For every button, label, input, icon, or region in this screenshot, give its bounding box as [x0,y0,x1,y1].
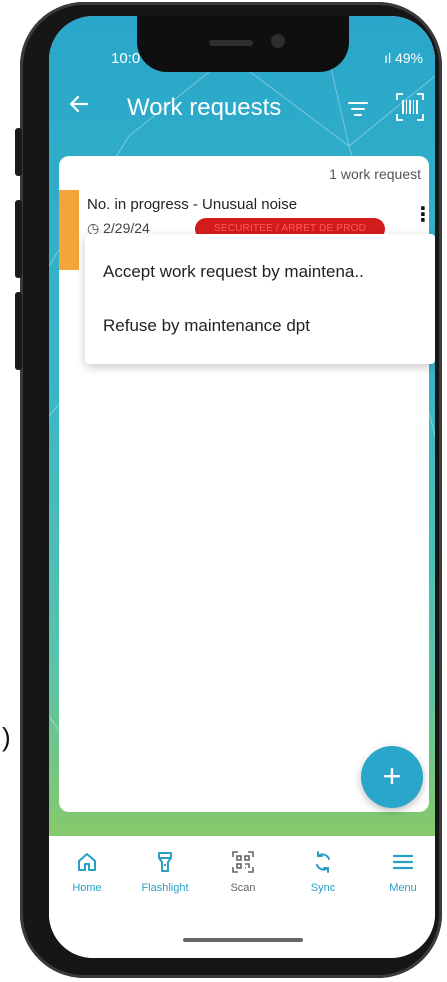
filter-button[interactable] [347,100,369,118]
context-menu: Accept work request by maintena.. Refuse… [85,234,435,364]
more-options-button[interactable]: ⋮ [413,202,433,227]
arrow-left-icon [69,95,89,113]
barcode-scan-button[interactable] [395,92,425,122]
status-time: 10:0 [111,50,141,67]
nav-label-flashlight: Flashlight [141,882,189,894]
add-button[interactable]: + [361,746,423,808]
qr-scan-icon [232,851,254,873]
sync-icon [316,851,330,873]
front-camera [271,34,285,48]
nav-label-home: Home [72,882,102,894]
side-button-volume-up [15,200,22,278]
menu-item-accept[interactable]: Accept work request by maintena.. [103,262,364,282]
back-button[interactable] [67,92,97,122]
page-title: Work requests [127,94,282,121]
bottom-nav: Home Flashlight Scan Sync Menu [49,836,435,958]
side-button-mute [15,128,22,176]
barcode-icon [396,93,424,121]
nav-item-sync[interactable]: Sync [293,850,353,894]
request-title: No. in progress - Unusual noise [87,196,298,213]
stray-paren: ) [2,722,11,752]
nav-label-scan: Scan [230,882,256,894]
app-screen: 10:0 ıl 49% Work requests 1 work request… [49,16,435,958]
filter-icon [348,102,368,116]
camera-notch [137,16,349,72]
status-indicators: ıl 49% [384,50,423,66]
speaker-grille [209,40,253,46]
home-icon [78,853,96,871]
menu-item-refuse[interactable]: Refuse by maintenance dpt [103,316,310,336]
nav-item-flashlight[interactable]: Flashlight [135,850,195,894]
side-button-volume-down [15,292,22,370]
hamburger-menu-icon [392,854,414,870]
nav-item-scan[interactable]: Scan [213,850,273,894]
request-count: 1 work request [329,166,421,182]
nav-label-sync: Sync [310,882,336,894]
priority-stripe [59,190,79,270]
nav-label-menu: Menu [389,882,417,894]
flashlight-icon [158,852,172,872]
nav-item-home[interactable]: Home [57,850,117,894]
nav-item-menu[interactable]: Menu [373,850,433,894]
home-indicator[interactable] [183,938,303,942]
